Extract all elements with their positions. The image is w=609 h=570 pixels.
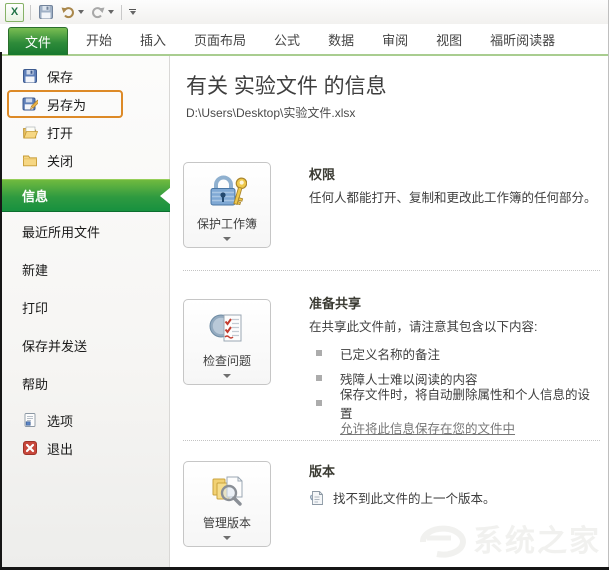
sidebar-item-label: 选项 — [47, 413, 74, 429]
customize-qat-button[interactable] — [128, 2, 137, 22]
page-title: 有关 实验文件 的信息 — [186, 75, 387, 98]
sidebar-item-label: 打印 — [22, 300, 49, 316]
sidebar-item-save-as[interactable]: 另存为 — [0, 90, 169, 118]
sidebar-item-label: 信息 — [22, 189, 49, 204]
backstage-sidebar: 保存 另存为 打开 关闭 信息 最近所用文件 新建 打印 保存并发送 帮助 选项… — [0, 56, 171, 567]
sidebar-item-exit[interactable]: 退出 — [0, 434, 169, 462]
qat-menu-icon — [129, 8, 136, 16]
window-left-edge — [0, 52, 2, 570]
closed-folder-icon — [22, 152, 38, 168]
sidebar-item-save[interactable]: 保存 — [0, 62, 169, 90]
allow-save-info-link[interactable]: 允许将此信息保存在您的文件中 — [340, 418, 515, 437]
versions-icon — [207, 471, 247, 511]
manage-versions-button[interactable]: 管理版本 — [183, 461, 271, 547]
sidebar-item-label: 退出 — [47, 441, 74, 457]
tab-formulas[interactable]: 公式 — [260, 24, 314, 54]
undo-dropdown-caret-icon[interactable] — [78, 10, 84, 14]
list-item: 已定义名称的备注 — [309, 341, 600, 366]
tab-insert[interactable]: 插入 — [126, 24, 180, 54]
redo-button[interactable] — [89, 2, 115, 22]
tab-view[interactable]: 视图 — [422, 24, 476, 54]
section-description: 任何人都能打开、复制和更改此工作簿的任何部分。 — [309, 191, 597, 205]
caret-down-icon — [223, 374, 231, 378]
title-bar: X — [0, 0, 609, 24]
save-icon — [39, 5, 53, 19]
save-as-icon — [22, 96, 38, 112]
undo-button[interactable] — [59, 2, 85, 22]
bullet-icon — [316, 375, 322, 382]
list-item-text: 已定义名称的备注 — [340, 347, 441, 362]
bullet-icon — [316, 400, 322, 407]
section-prepare-sharing: 检查问题 准备共享 在共享此文件前，请注意其包含以下内容: 已定义名称的备注 残… — [183, 270, 600, 440]
toolbar-separator — [121, 4, 122, 20]
section-heading: 准备共享 — [309, 296, 362, 311]
sidebar-item-close[interactable]: 关闭 — [0, 146, 169, 174]
redo-dropdown-caret-icon[interactable] — [108, 10, 114, 14]
sidebar-item-label: 关闭 — [47, 153, 74, 169]
file-path: D:\Users\Desktop\实验文件.xlsx — [186, 106, 356, 120]
sidebar-item-recent[interactable]: 最近所用文件 — [0, 212, 169, 250]
sidebar-item-label: 另存为 — [47, 97, 87, 113]
sidebar-item-label: 保存并发送 — [22, 338, 88, 354]
lock-key-icon — [207, 172, 247, 212]
list-item: 保存文件时，将自动删除属性和个人信息的设置 — [309, 388, 600, 421]
button-label: 保护工作簿 — [196, 217, 257, 231]
list-item-text: 保存文件时，将自动删除属性和个人信息的设置 — [340, 388, 591, 422]
sharing-issues-list: 已定义名称的备注 残障人士难以阅读的内容 保存文件时，将自动删除属性和个人信息的… — [309, 341, 600, 421]
protect-workbook-button[interactable]: 保护工作簿 — [183, 162, 271, 248]
button-label: 管理版本 — [202, 516, 251, 530]
options-icon — [22, 412, 38, 428]
sidebar-item-save-and-send[interactable]: 保存并发送 — [0, 326, 169, 364]
version-status-text: 找不到此文件的上一个版本。 — [333, 492, 496, 506]
caret-down-icon — [223, 237, 231, 241]
backstage-info-pane: 有关 实验文件 的信息 D:\Users\Desktop\实验文件.xlsx 保… — [171, 56, 608, 567]
save-disk-icon — [22, 68, 38, 84]
caret-down-icon — [223, 536, 231, 540]
inspect-document-icon — [207, 309, 247, 349]
section-heading: 权限 — [309, 167, 336, 182]
section-description: 在共享此文件前，请注意其包含以下内容: — [309, 320, 538, 334]
tab-foxit-reader[interactable]: 福昕阅读器 — [476, 24, 569, 54]
sidebar-item-help[interactable]: 帮助 — [0, 364, 169, 402]
redo-icon — [92, 7, 105, 19]
open-folder-icon — [22, 124, 38, 140]
version-status-row: 找不到此文件的上一个版本。 — [309, 488, 496, 507]
sidebar-item-new[interactable]: 新建 — [0, 250, 169, 288]
version-file-icon — [310, 490, 323, 505]
button-label: 检查问题 — [202, 354, 251, 368]
sidebar-item-label: 新建 — [22, 262, 49, 278]
section-permissions: 保护工作簿 权限 任何人都能打开、复制和更改此工作簿的任何部分。 — [183, 158, 600, 270]
undo-icon — [61, 7, 74, 19]
section-versions: 管理版本 版本 找不到此文件的上一个版本。 — [183, 440, 600, 547]
toolbar-separator — [30, 4, 31, 20]
quick-access-toolbar: X — [0, 0, 609, 24]
sidebar-item-info-selected[interactable]: 信息 — [0, 179, 171, 212]
check-for-issues-button[interactable]: 检查问题 — [183, 299, 271, 385]
sidebar-item-print[interactable]: 打印 — [0, 288, 169, 326]
sidebar-item-label: 帮助 — [22, 376, 49, 392]
selected-arrow-icon — [160, 186, 171, 205]
sidebar-item-options[interactable]: 选项 — [0, 406, 169, 434]
sidebar-item-label: 保存 — [47, 69, 74, 85]
tab-file[interactable]: 文件 — [8, 27, 68, 55]
quick-save-button[interactable] — [37, 2, 55, 22]
exit-icon — [22, 440, 38, 456]
ribbon-tab-bar: 文件 开始 插入 页面布局 公式 数据 审阅 视图 福昕阅读器 — [0, 24, 609, 56]
bullet-icon — [316, 350, 322, 357]
section-heading: 版本 — [309, 464, 336, 479]
tab-data[interactable]: 数据 — [314, 24, 368, 54]
sidebar-item-label: 打开 — [47, 125, 74, 141]
tab-review[interactable]: 审阅 — [368, 24, 422, 54]
sidebar-item-label: 最近所用文件 — [22, 224, 101, 240]
tab-page-layout[interactable]: 页面布局 — [180, 24, 260, 54]
sidebar-item-open[interactable]: 打开 — [0, 118, 169, 146]
tab-home[interactable]: 开始 — [72, 24, 126, 54]
excel-app-icon: X — [5, 2, 24, 22]
